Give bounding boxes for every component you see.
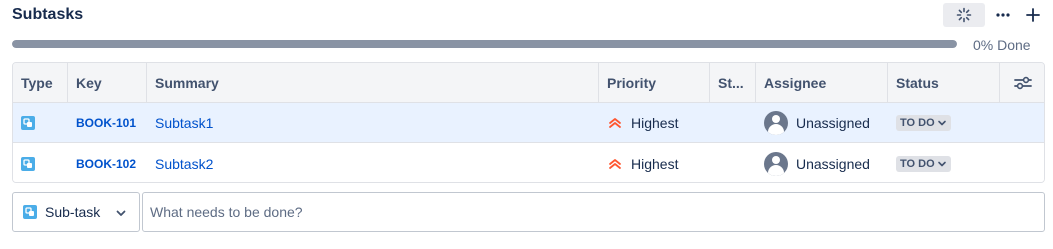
subtask-icon [21, 116, 35, 130]
table-header: Type Key Summary Priority St... Assignee… [13, 63, 1044, 103]
priority-label: Highest [631, 156, 679, 172]
status-dropdown[interactable]: TO DO [896, 115, 951, 131]
table-row[interactable]: BOOK-102 Subtask2 Highest Unassigned TO … [13, 144, 1044, 182]
column-header-summary[interactable]: Summary [147, 63, 599, 103]
story-points-cell[interactable] [710, 103, 756, 143]
section-title: Subtasks [12, 6, 84, 23]
column-settings-button[interactable] [1000, 63, 1044, 103]
column-header-assignee[interactable]: Assignee [756, 63, 888, 103]
column-settings-icon [1014, 76, 1032, 90]
sparkle-icon [956, 7, 972, 23]
issue-type-label: Sub-task [45, 204, 101, 220]
ai-button[interactable] [943, 3, 985, 27]
chevron-down-icon [116, 210, 126, 216]
chevron-down-icon [937, 120, 946, 126]
status-dropdown[interactable]: TO DO [896, 156, 951, 172]
column-header-type[interactable]: Type [13, 63, 68, 103]
new-subtask-input[interactable] [142, 192, 1045, 232]
subtasks-header: Subtasks [12, 0, 1045, 30]
progress-bar [12, 40, 957, 48]
issue-summary-link[interactable]: Subtask2 [155, 156, 213, 172]
more-actions-button[interactable] [992, 3, 1014, 27]
table-row[interactable]: BOOK-101 Subtask1 Highest Unassigned TO … [13, 103, 1044, 143]
avatar [764, 111, 788, 135]
assignee-label: Unassigned [796, 115, 870, 131]
priority-highest-icon [609, 159, 621, 169]
chevron-down-icon [937, 161, 946, 167]
priority-label: Highest [631, 115, 679, 131]
column-header-story-points[interactable]: St... [710, 63, 756, 103]
issue-key-link[interactable]: BOOK-102 [76, 157, 136, 171]
issue-key-link[interactable]: BOOK-101 [76, 116, 136, 130]
status-label: TO DO [900, 117, 935, 129]
priority-cell[interactable]: Highest [599, 144, 710, 182]
priority-cell[interactable]: Highest [599, 103, 710, 143]
assignee-cell[interactable]: Unassigned [756, 144, 888, 182]
column-header-priority[interactable]: Priority [599, 63, 710, 103]
subtask-icon [23, 205, 37, 219]
assignee-label: Unassigned [796, 156, 870, 172]
assignee-cell[interactable]: Unassigned [756, 103, 888, 143]
add-subtask-button[interactable] [1022, 3, 1044, 27]
column-header-status[interactable]: Status [888, 63, 1000, 103]
avatar [764, 152, 788, 176]
progress-fill [12, 40, 957, 48]
issue-type-select[interactable]: Sub-task [12, 192, 140, 232]
progress-label: 0% Done [973, 37, 1031, 53]
more-horizontal-icon [996, 13, 1010, 17]
status-label: TO DO [900, 158, 935, 170]
story-points-cell[interactable] [710, 144, 756, 182]
subtasks-table: Type Key Summary Priority St... Assignee… [12, 62, 1045, 183]
priority-highest-icon [609, 118, 621, 128]
plus-icon [1026, 8, 1040, 22]
subtask-icon [21, 157, 35, 171]
column-header-key[interactable]: Key [68, 63, 147, 103]
issue-summary-link[interactable]: Subtask1 [155, 115, 213, 131]
